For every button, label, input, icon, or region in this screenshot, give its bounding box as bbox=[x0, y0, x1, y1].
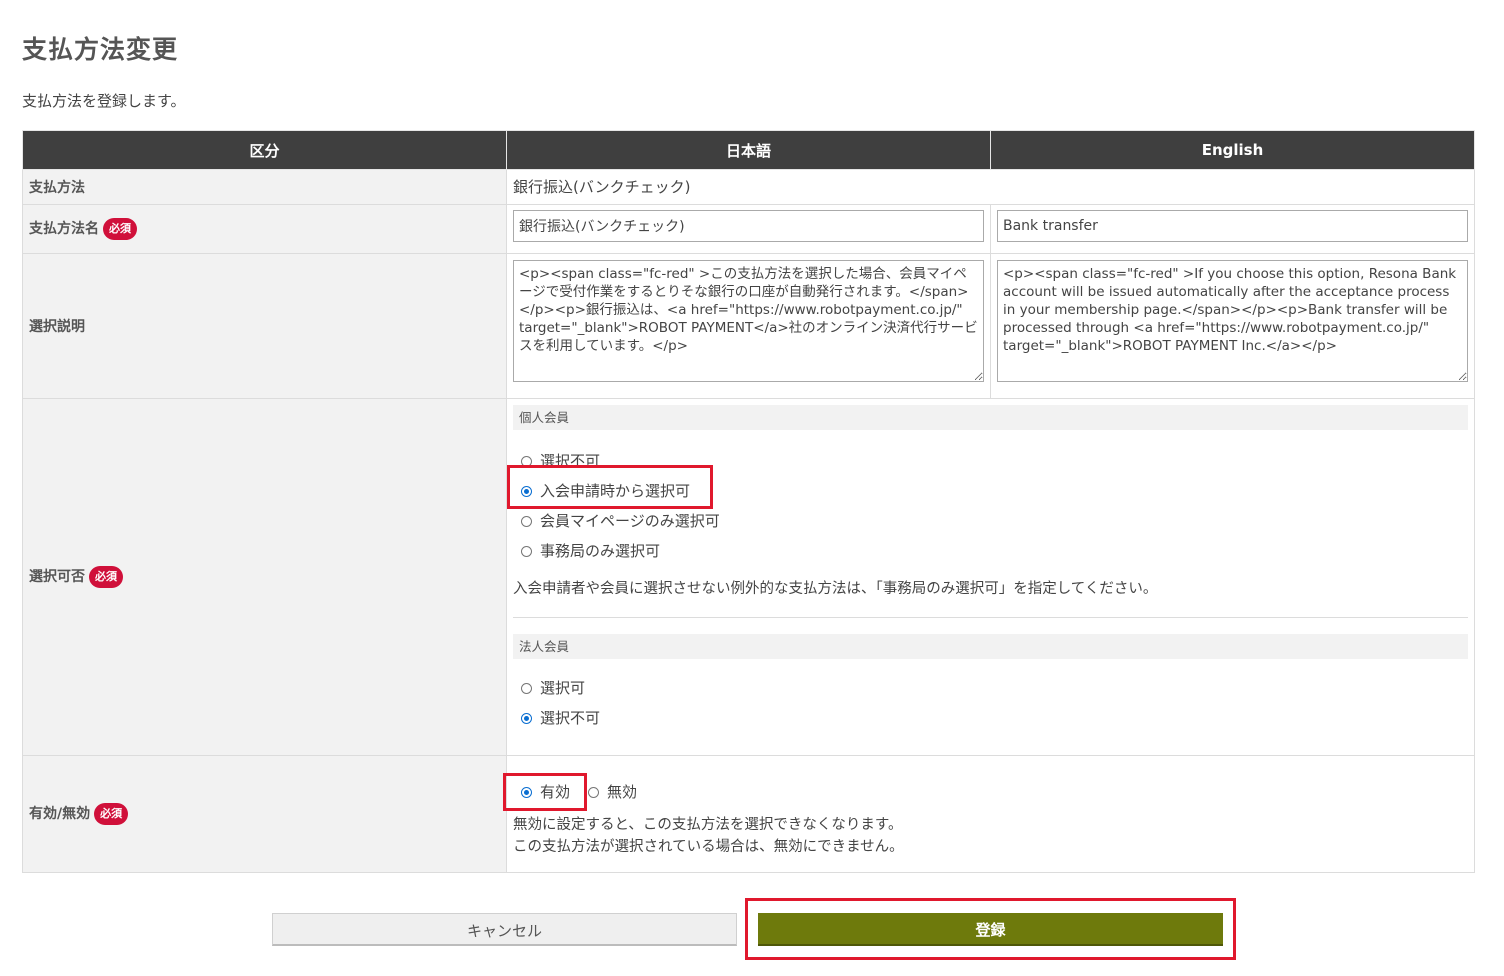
payment-method-name-en-cell bbox=[990, 204, 1475, 254]
radio-label: 無効 bbox=[607, 783, 638, 801]
radio-individual-from-application[interactable]: 入会申請時から選択可 bbox=[513, 476, 1468, 506]
row-selectability: 選択可否必須 個人会員 選択不可 入会申請時から選択可 会員マイページのみ選択 bbox=[22, 398, 1475, 756]
label-enabled: 有効/無効 必須 bbox=[22, 755, 507, 873]
table-header-row: 区分 日本語 English bbox=[22, 130, 1475, 170]
radio-checked-icon[interactable] bbox=[521, 712, 532, 724]
selectability-cell: 個人会員 選択不可 入会申請時から選択可 会員マイページのみ選択可 事務局のみ選… bbox=[506, 398, 1475, 756]
payment-method-value: 銀行振込(バンクチェック) bbox=[513, 178, 691, 196]
page-title: 支払方法変更 bbox=[22, 35, 179, 64]
row-selection-description: 選択説明 <p><span class="fc-red" >この支払方法を選択し… bbox=[22, 253, 1475, 399]
row-payment-method-name: 支払方法名 必須 bbox=[22, 204, 1475, 254]
label-selection-description-text: 選択説明 bbox=[29, 319, 85, 335]
radio-circle-icon[interactable] bbox=[521, 515, 532, 527]
row-payment-method: 支払方法 銀行振込(バンクチェック) bbox=[22, 169, 1475, 205]
selection-description-en-textarea[interactable]: <p><span class="fc-red" >If you choose t… bbox=[997, 260, 1468, 382]
enabled-cell: 有効 無効 無効に設定すると、この支払方法を選択できなくなります。 この支払方法… bbox=[506, 755, 1475, 873]
payment-method-form-table: 区分 日本語 English 支払方法 銀行振込(バンクチェック) 支払方法名必… bbox=[22, 130, 1475, 873]
radio-circle-icon[interactable] bbox=[588, 786, 600, 798]
enabled-radio-group: 有効 無効 bbox=[513, 770, 1468, 814]
enabled-note: 無効に設定すると、この支払方法を選択できなくなります。 この支払方法が選択されて… bbox=[513, 814, 1468, 858]
radio-circle-icon[interactable] bbox=[521, 455, 532, 467]
label-payment-method-text: 支払方法 bbox=[29, 180, 85, 196]
payment-method-cell: 銀行振込(バンクチェック) bbox=[506, 169, 1475, 205]
radio-label: 選択不可 bbox=[540, 709, 601, 727]
header-english: English bbox=[990, 130, 1475, 170]
required-badge: 必須 bbox=[103, 218, 137, 240]
payment-method-name-ja-input[interactable] bbox=[513, 210, 984, 242]
radio-corporate-selectable[interactable]: 選択可 bbox=[513, 673, 1468, 703]
label-payment-method-name: 支払方法名 必須 bbox=[22, 204, 507, 254]
radio-checked-icon[interactable] bbox=[521, 786, 532, 798]
radio-label: 入会申請時から選択可 bbox=[540, 482, 691, 500]
corporate-member-heading: 法人会員 bbox=[513, 634, 1468, 659]
radio-label: 有効 bbox=[540, 783, 571, 801]
individual-member-heading: 個人会員 bbox=[513, 405, 1468, 430]
radio-individual-mypage-only[interactable]: 会員マイページのみ選択可 bbox=[513, 506, 1468, 536]
required-badge: 必須 bbox=[94, 803, 129, 825]
radio-label: 事務局のみ選択可 bbox=[540, 542, 661, 560]
enabled-note-line-1: 無効に設定すると、この支払方法を選択できなくなります。 bbox=[513, 817, 903, 833]
radio-checked-icon[interactable] bbox=[521, 485, 532, 497]
individual-radio-group: 選択不可 入会申請時から選択可 会員マイページのみ選択可 事務局のみ選択可 bbox=[513, 446, 1468, 566]
label-enabled-text: 有効/無効 bbox=[29, 806, 91, 822]
selection-description-ja-cell: <p><span class="fc-red" >この支払方法を選択した場合、会… bbox=[506, 253, 991, 399]
radio-label: 選択可 bbox=[540, 679, 586, 697]
radio-enabled[interactable]: 有効 bbox=[513, 777, 580, 807]
radio-label: 会員マイページのみ選択可 bbox=[540, 512, 720, 530]
selection-description-en-cell: <p><span class="fc-red" >If you choose t… bbox=[990, 253, 1475, 399]
page-description: 支払方法を登録します。 bbox=[22, 92, 186, 110]
radio-disabled[interactable]: 無効 bbox=[580, 777, 647, 807]
radio-individual-office-only[interactable]: 事務局のみ選択可 bbox=[513, 536, 1468, 566]
row-enabled: 有効/無効 必須 有効 無効 無効に設定すると、この支払方法を選択できなくなります… bbox=[22, 755, 1475, 873]
radio-circle-icon[interactable] bbox=[521, 682, 532, 694]
selection-description-ja-textarea[interactable]: <p><span class="fc-red" >この支払方法を選択した場合、会… bbox=[513, 260, 984, 382]
register-button[interactable]: 登録 bbox=[758, 913, 1223, 946]
enabled-note-line-2: この支払方法が選択されている場合は、無効にできません。 bbox=[513, 839, 904, 855]
radio-circle-icon[interactable] bbox=[521, 545, 532, 557]
header-category: 区分 bbox=[22, 130, 507, 170]
cancel-button[interactable]: キャンセル bbox=[272, 913, 737, 946]
radio-corporate-not-selectable[interactable]: 選択不可 bbox=[513, 703, 1468, 733]
radio-label: 選択不可 bbox=[540, 452, 601, 470]
radio-individual-not-selectable[interactable]: 選択不可 bbox=[513, 446, 1468, 476]
individual-note: 入会申請者や会員に選択させない例外的な支払方法は、「事務局のみ選択可」を指定して… bbox=[513, 581, 1158, 597]
label-selectability: 選択可否 必須 bbox=[22, 398, 507, 756]
payment-method-name-en-input[interactable] bbox=[997, 210, 1468, 242]
required-badge: 必須 bbox=[89, 566, 123, 588]
label-payment-method: 支払方法 bbox=[22, 169, 507, 205]
header-japanese: 日本語 bbox=[506, 130, 991, 170]
payment-method-name-ja-cell bbox=[506, 204, 991, 254]
section-divider bbox=[513, 617, 1468, 618]
label-selectability-text: 選択可否 bbox=[29, 569, 85, 585]
label-selection-description: 選択説明 bbox=[22, 253, 507, 399]
corporate-radio-group: 選択可 選択不可 bbox=[513, 673, 1468, 733]
label-payment-method-name-text: 支払方法名 bbox=[29, 221, 99, 237]
